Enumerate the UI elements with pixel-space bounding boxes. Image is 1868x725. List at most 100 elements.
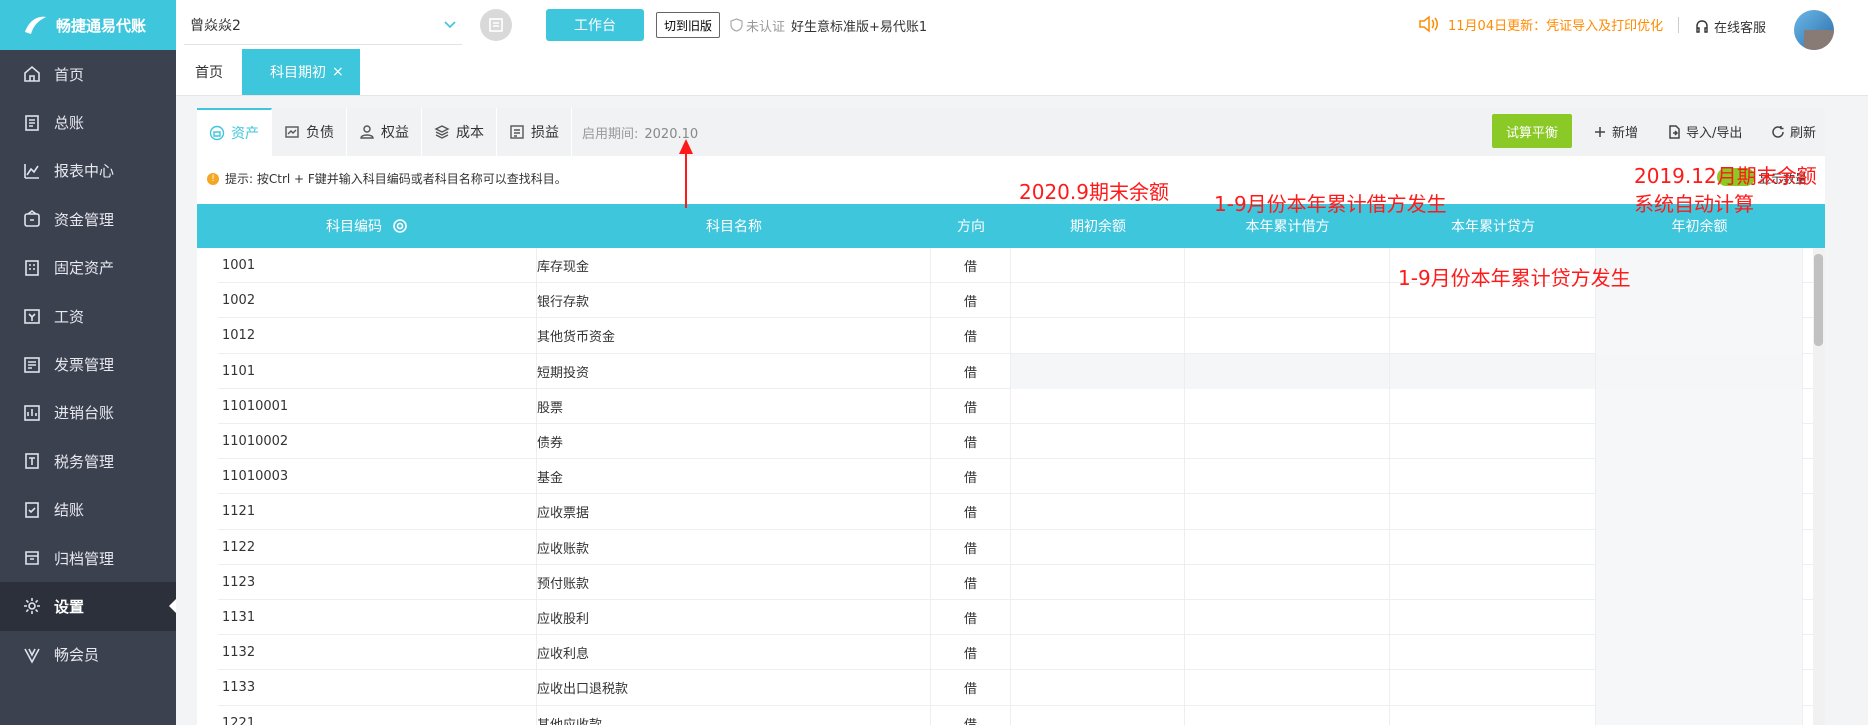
table-row[interactable]: 1133 应收出口退税款 借 (218, 670, 1814, 706)
cell-credit[interactable] (1390, 318, 1596, 354)
sidebar-item-funds[interactable]: 资金管理 (0, 195, 176, 243)
cell-debit[interactable] (1185, 600, 1390, 636)
table-row[interactable]: 1121 应收票据 借 (218, 494, 1814, 530)
cell-debit[interactable] (1185, 564, 1390, 600)
cell-debit[interactable] (1185, 635, 1390, 671)
cell-debit[interactable] (1185, 283, 1390, 319)
table-row[interactable]: 1122 应收账款 借 (218, 529, 1814, 565)
tab-cost[interactable]: 成本 (422, 108, 497, 156)
update-notice[interactable]: 11月04日更新：凭证导入及打印优化 (1418, 14, 1663, 34)
sidebar-item-assets[interactable]: 固定资产 (0, 244, 176, 292)
cell-bal[interactable] (1011, 705, 1185, 725)
cell-bal[interactable] (1011, 635, 1185, 671)
sidebar-item-archive[interactable]: 归档管理 (0, 534, 176, 582)
app-logo[interactable]: 畅捷通易代账 (0, 0, 176, 50)
cell-bal[interactable] (1011, 564, 1185, 600)
online-service-link[interactable]: 在线客服 (1694, 17, 1766, 36)
add-button[interactable]: 新增 (1593, 122, 1638, 141)
scrollbar-thumb[interactable] (1814, 254, 1823, 346)
table-row[interactable]: 1012 其他货币资金 借 (218, 318, 1814, 354)
table-row[interactable]: 1131 应收股利 借 (218, 600, 1814, 636)
cell-bal[interactable] (1011, 353, 1185, 389)
cell-year[interactable] (1596, 670, 1803, 706)
avatar[interactable] (1794, 10, 1834, 50)
sidebar-item-tax[interactable]: 税务管理 (0, 437, 176, 485)
cell-debit[interactable] (1185, 318, 1390, 354)
cell-year[interactable] (1596, 353, 1803, 389)
switch-old-version-button[interactable]: 切到旧版 (656, 12, 721, 38)
cell-year[interactable] (1596, 424, 1803, 460)
cell-bal[interactable] (1011, 388, 1185, 424)
cell-bal[interactable] (1011, 670, 1185, 706)
sidebar-item-inventory[interactable]: 进销台账 (0, 389, 176, 437)
cell-year[interactable] (1596, 529, 1803, 565)
cell-year[interactable] (1596, 494, 1803, 530)
cell-bal[interactable] (1011, 494, 1185, 530)
tab-profit-loss[interactable]: 损益 (497, 108, 572, 156)
workbench-button[interactable]: 工作台 (546, 9, 644, 41)
cell-credit[interactable] (1390, 494, 1596, 530)
refresh-button[interactable]: 刷新 (1771, 122, 1816, 141)
cell-credit[interactable] (1390, 459, 1596, 495)
cell-bal[interactable] (1011, 318, 1185, 354)
import-export-button[interactable]: 导入/导出 (1667, 122, 1742, 141)
sidebar-item-salary[interactable]: 工资 (0, 292, 176, 340)
cell-debit[interactable] (1185, 353, 1390, 389)
cell-year[interactable] (1596, 564, 1803, 600)
cell-year[interactable] (1596, 388, 1803, 424)
sidebar-item-ledger[interactable]: 总账 (0, 98, 176, 146)
cell-bal[interactable] (1011, 424, 1185, 460)
cell-debit[interactable] (1185, 494, 1390, 530)
sidebar-item-invoice[interactable]: 发票管理 (0, 340, 176, 388)
gear-icon[interactable] (392, 218, 408, 234)
cell-credit[interactable] (1390, 635, 1596, 671)
cell-bal[interactable] (1011, 600, 1185, 636)
cell-debit[interactable] (1185, 459, 1390, 495)
cell-debit[interactable] (1185, 424, 1390, 460)
table-row[interactable]: 1101 短期投资 借 (218, 353, 1814, 389)
close-icon[interactable]: × (332, 64, 344, 80)
cell-bal[interactable] (1011, 459, 1185, 495)
tab-assets[interactable]: 资产 (197, 108, 272, 156)
sidebar-item-settings[interactable]: 设置 (0, 582, 176, 631)
tab-liabilities[interactable]: 负债 (272, 108, 347, 156)
cell-year[interactable] (1596, 705, 1803, 725)
cell-credit[interactable] (1390, 564, 1596, 600)
cell-bal[interactable] (1011, 248, 1185, 284)
table-row[interactable]: 1123 预付账款 借 (218, 564, 1814, 600)
calendar-icon[interactable] (480, 9, 512, 41)
cell-year[interactable] (1596, 459, 1803, 495)
cell-year[interactable] (1596, 318, 1803, 354)
table-row[interactable]: 11010003 基金 借 (218, 459, 1814, 495)
table-row[interactable]: 1221 其他应收款 借 (218, 705, 1814, 725)
table-row[interactable]: 1132 应收利息 借 (218, 635, 1814, 671)
sidebar-item-closing[interactable]: 结账 (0, 486, 176, 534)
cell-debit[interactable] (1185, 705, 1390, 725)
vertical-scrollbar[interactable] (1813, 248, 1825, 725)
cell-credit[interactable] (1390, 353, 1596, 389)
sidebar-item-home[interactable]: 首页 (0, 50, 176, 98)
cell-debit[interactable] (1185, 248, 1390, 284)
sidebar-item-vip[interactable]: 畅会员 (0, 631, 176, 679)
company-selector[interactable]: 曾焱焱2 (184, 5, 462, 45)
sidebar-item-reports[interactable]: 报表中心 (0, 147, 176, 195)
cell-bal[interactable] (1011, 283, 1185, 319)
cell-credit[interactable] (1390, 424, 1596, 460)
cell-credit[interactable] (1390, 600, 1596, 636)
cell-year[interactable] (1596, 635, 1803, 671)
cell-bal[interactable] (1011, 529, 1185, 565)
cell-debit[interactable] (1185, 670, 1390, 706)
cell-debit[interactable] (1185, 388, 1390, 424)
trial-balance-button[interactable]: 试算平衡 (1492, 114, 1572, 148)
cell-credit[interactable] (1390, 388, 1596, 424)
cell-debit[interactable] (1185, 529, 1390, 565)
cell-credit[interactable] (1390, 529, 1596, 565)
table-row[interactable]: 11010001 股票 借 (218, 388, 1814, 424)
cell-credit[interactable] (1390, 705, 1596, 725)
table-row[interactable]: 11010002 债券 借 (218, 424, 1814, 460)
tab-opening-balance[interactable]: 科目期初 × (242, 49, 360, 95)
certification-status[interactable]: 未认证 (730, 16, 785, 35)
tab-equity[interactable]: 权益 (347, 108, 422, 156)
cell-credit[interactable] (1390, 670, 1596, 706)
tab-home[interactable]: 首页 (176, 49, 242, 95)
